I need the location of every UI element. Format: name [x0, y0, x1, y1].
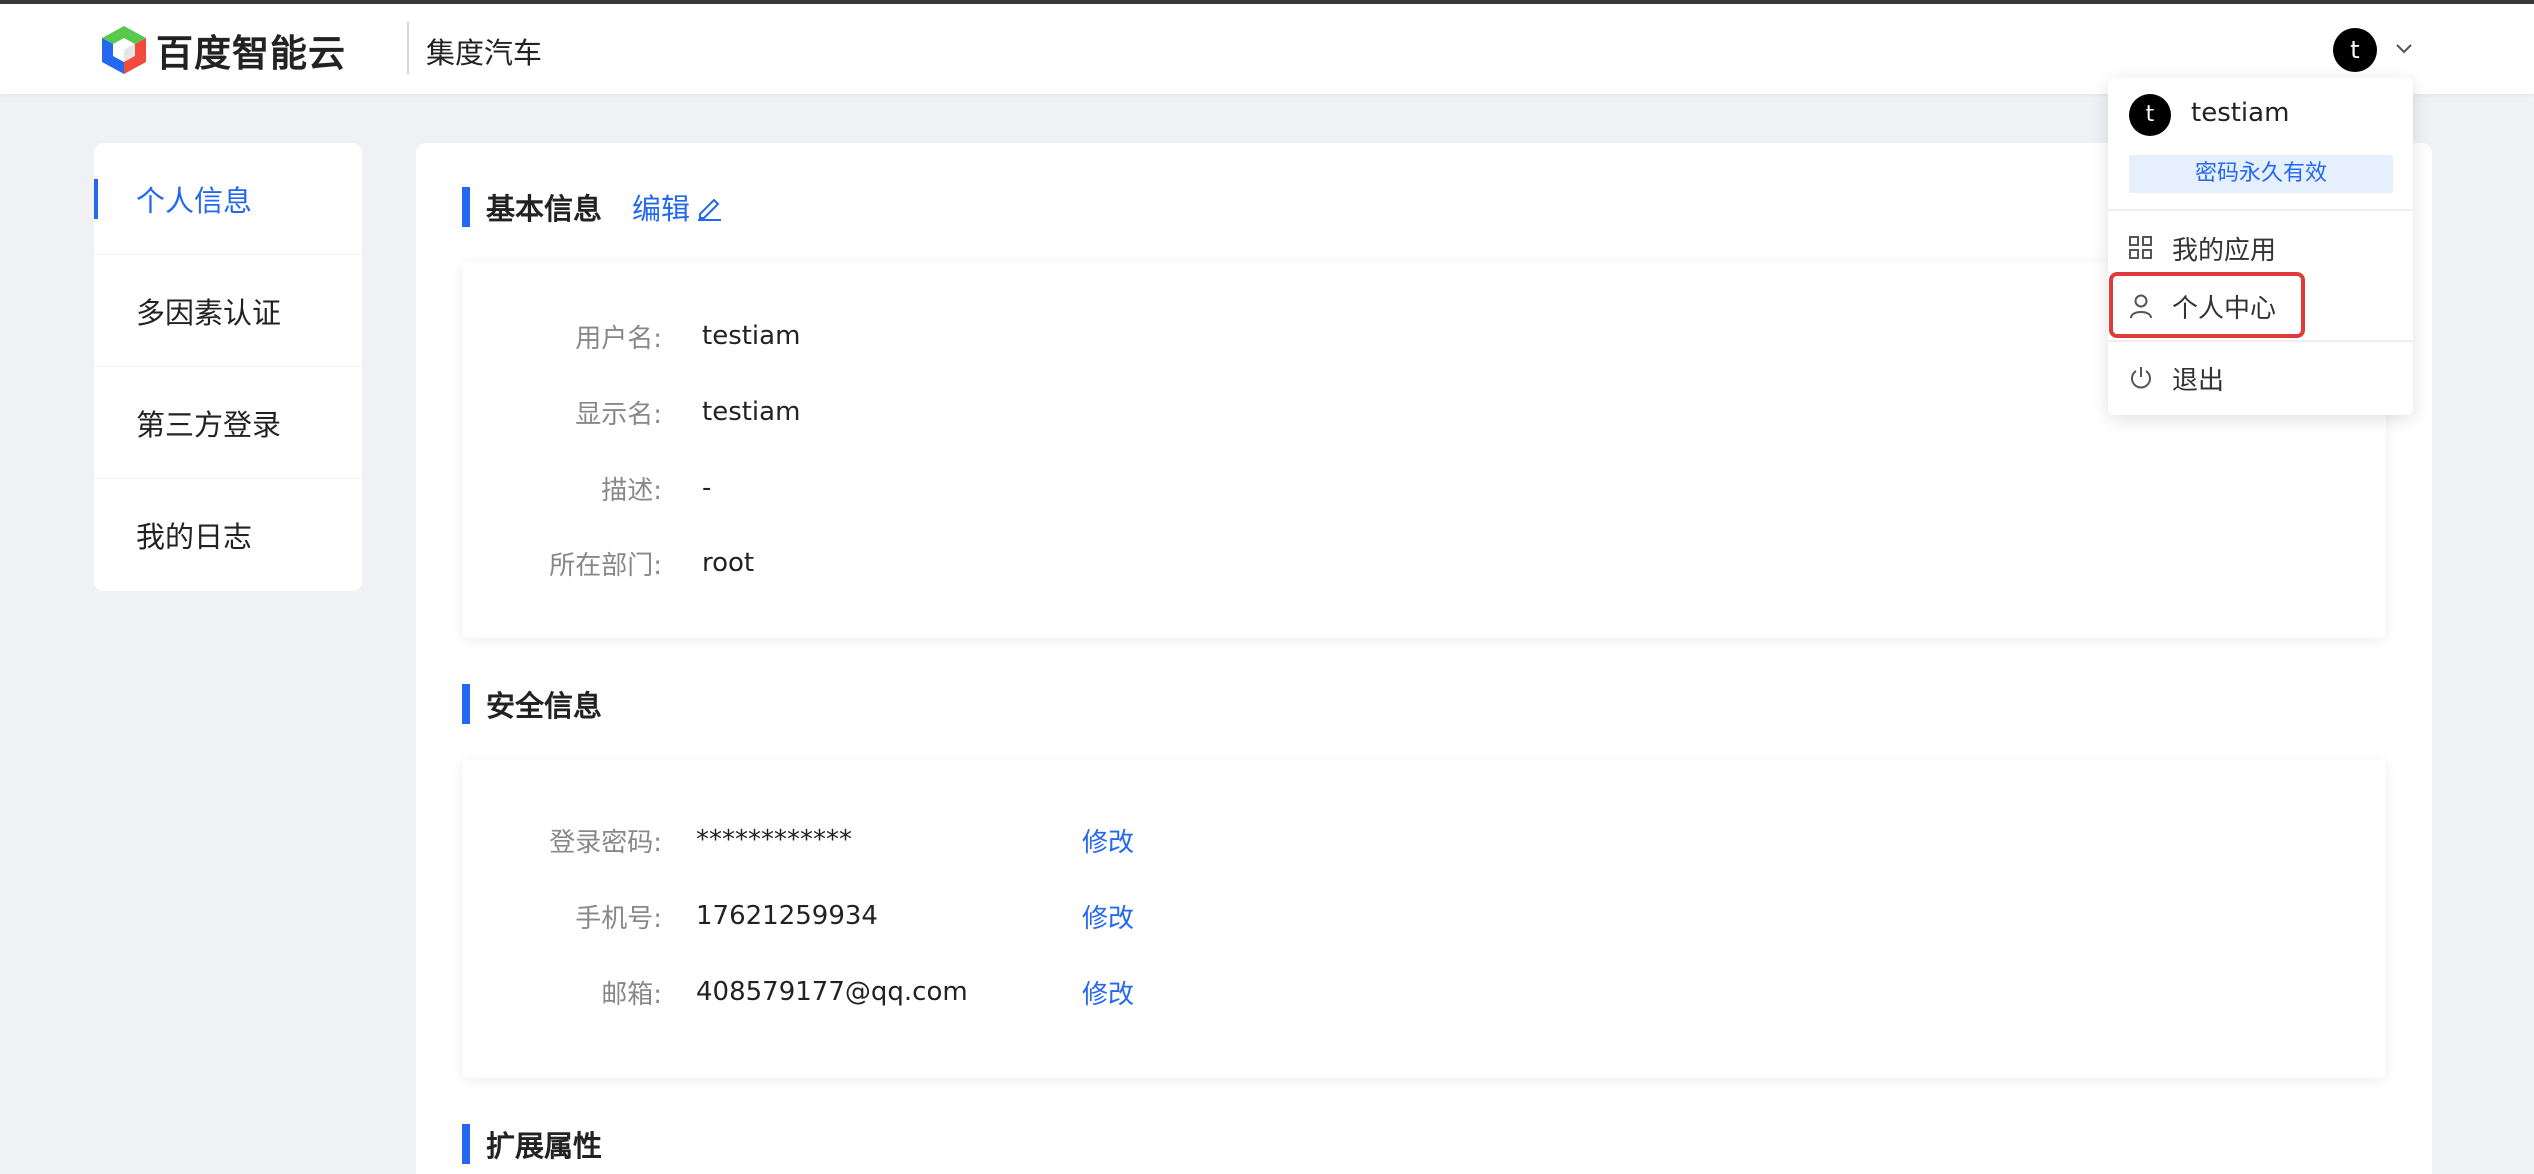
- user-dropdown-menu: t testiam 密码永久有效 我的应用 个人中心 退出: [2108, 78, 2413, 415]
- basic-info-header: 基本信息 编辑: [462, 187, 724, 227]
- field-value: root: [702, 548, 755, 578]
- sidebar-item-mfa[interactable]: 多因素认证: [94, 255, 362, 367]
- field-value: 408579177@qq.com: [696, 977, 968, 1007]
- sidebar-item-label: 我的日志: [136, 520, 253, 554]
- baidu-cloud-logo[interactable]: 百度智能云: [100, 24, 346, 76]
- field-value: testiam: [702, 397, 801, 427]
- security-row-email: 邮箱: 408579177@qq.com 修改: [462, 974, 1134, 1010]
- power-icon: [2131, 367, 2151, 389]
- section-accent-bar: [462, 187, 470, 227]
- field-value: ************: [696, 825, 852, 855]
- section-title: 扩展属性: [486, 1129, 603, 1163]
- username: testiam: [2191, 98, 2290, 128]
- highlight-box: [2109, 272, 2305, 338]
- grid-icon: [2129, 236, 2152, 259]
- sidebar-item-my-logs[interactable]: 我的日志: [94, 479, 362, 591]
- field-label: 手机号:: [575, 903, 662, 934]
- cube-logo-icon: [102, 26, 146, 74]
- menu-divider: [2108, 340, 2413, 342]
- menu-item-label: 我的应用: [2172, 235, 2277, 266]
- menu-item-logout[interactable]: 退出: [2128, 358, 2224, 398]
- basic-info-card: 用户名: testiam 显示名: testiam 描述: - 所在部门: ro…: [462, 262, 2386, 638]
- change-email-link[interactable]: 修改: [1082, 974, 1134, 1011]
- sidebar-item-label: 个人信息: [136, 183, 253, 218]
- menu-item-label: 退出: [2172, 365, 2225, 396]
- pencil-icon: [698, 198, 722, 221]
- field-value: 17621259934: [696, 901, 878, 931]
- edit-button[interactable]: 编辑: [632, 186, 724, 228]
- user-avatar-button[interactable]: t: [2333, 28, 2377, 72]
- sidebar-item-label: 多因素认证: [136, 295, 282, 330]
- info-row-description: 描述: -: [462, 470, 711, 506]
- field-label: 登录密码:: [549, 827, 662, 858]
- sidebar-item-personal-info[interactable]: 个人信息: [94, 143, 362, 255]
- security-row-phone: 手机号: 17621259934 修改: [462, 898, 1134, 934]
- section-title: 安全信息: [486, 689, 603, 723]
- chevron-down-icon[interactable]: [2394, 42, 2414, 56]
- info-row-display-name: 显示名: testiam: [462, 394, 800, 430]
- field-label: 所在部门:: [549, 550, 662, 581]
- sidebar-item-third-party-login[interactable]: 第三方登录: [94, 367, 362, 479]
- avatar: t: [2129, 94, 2171, 136]
- logo-text: 百度智能云: [156, 32, 346, 75]
- header-divider: [407, 22, 409, 74]
- field-label: 用户名:: [575, 323, 662, 354]
- app-name: 集度汽车: [426, 36, 543, 70]
- security-row-password: 登录密码: ************ 修改: [462, 822, 1134, 858]
- section-title: 基本信息: [486, 192, 603, 226]
- sidebar-item-label: 第三方登录: [136, 407, 282, 442]
- info-row-username: 用户名: testiam: [462, 318, 800, 354]
- security-info-card: 登录密码: ************ 修改 手机号: 17621259934 修…: [462, 760, 2386, 1078]
- menu-divider: [2108, 209, 2413, 211]
- section-accent-bar: [462, 684, 470, 724]
- change-phone-link[interactable]: 修改: [1082, 898, 1134, 935]
- edit-label: 编辑: [632, 192, 691, 226]
- security-info-header: 安全信息: [462, 684, 602, 724]
- change-password-link[interactable]: 修改: [1082, 822, 1134, 859]
- section-accent-bar: [462, 1124, 470, 1164]
- field-value: testiam: [702, 321, 801, 351]
- field-label: 描述:: [601, 475, 662, 506]
- field-label: 邮箱:: [601, 979, 662, 1010]
- info-row-department: 所在部门: root: [462, 545, 754, 581]
- field-value: -: [702, 473, 712, 503]
- password-status-badge: 密码永久有效: [2129, 155, 2393, 193]
- extended-attributes-header: 扩展属性: [462, 1124, 602, 1164]
- sidebar-menu: 个人信息 多因素认证 第三方登录 我的日志: [94, 143, 362, 591]
- menu-item-my-apps[interactable]: 我的应用: [2128, 228, 2276, 268]
- field-label: 显示名:: [575, 399, 662, 430]
